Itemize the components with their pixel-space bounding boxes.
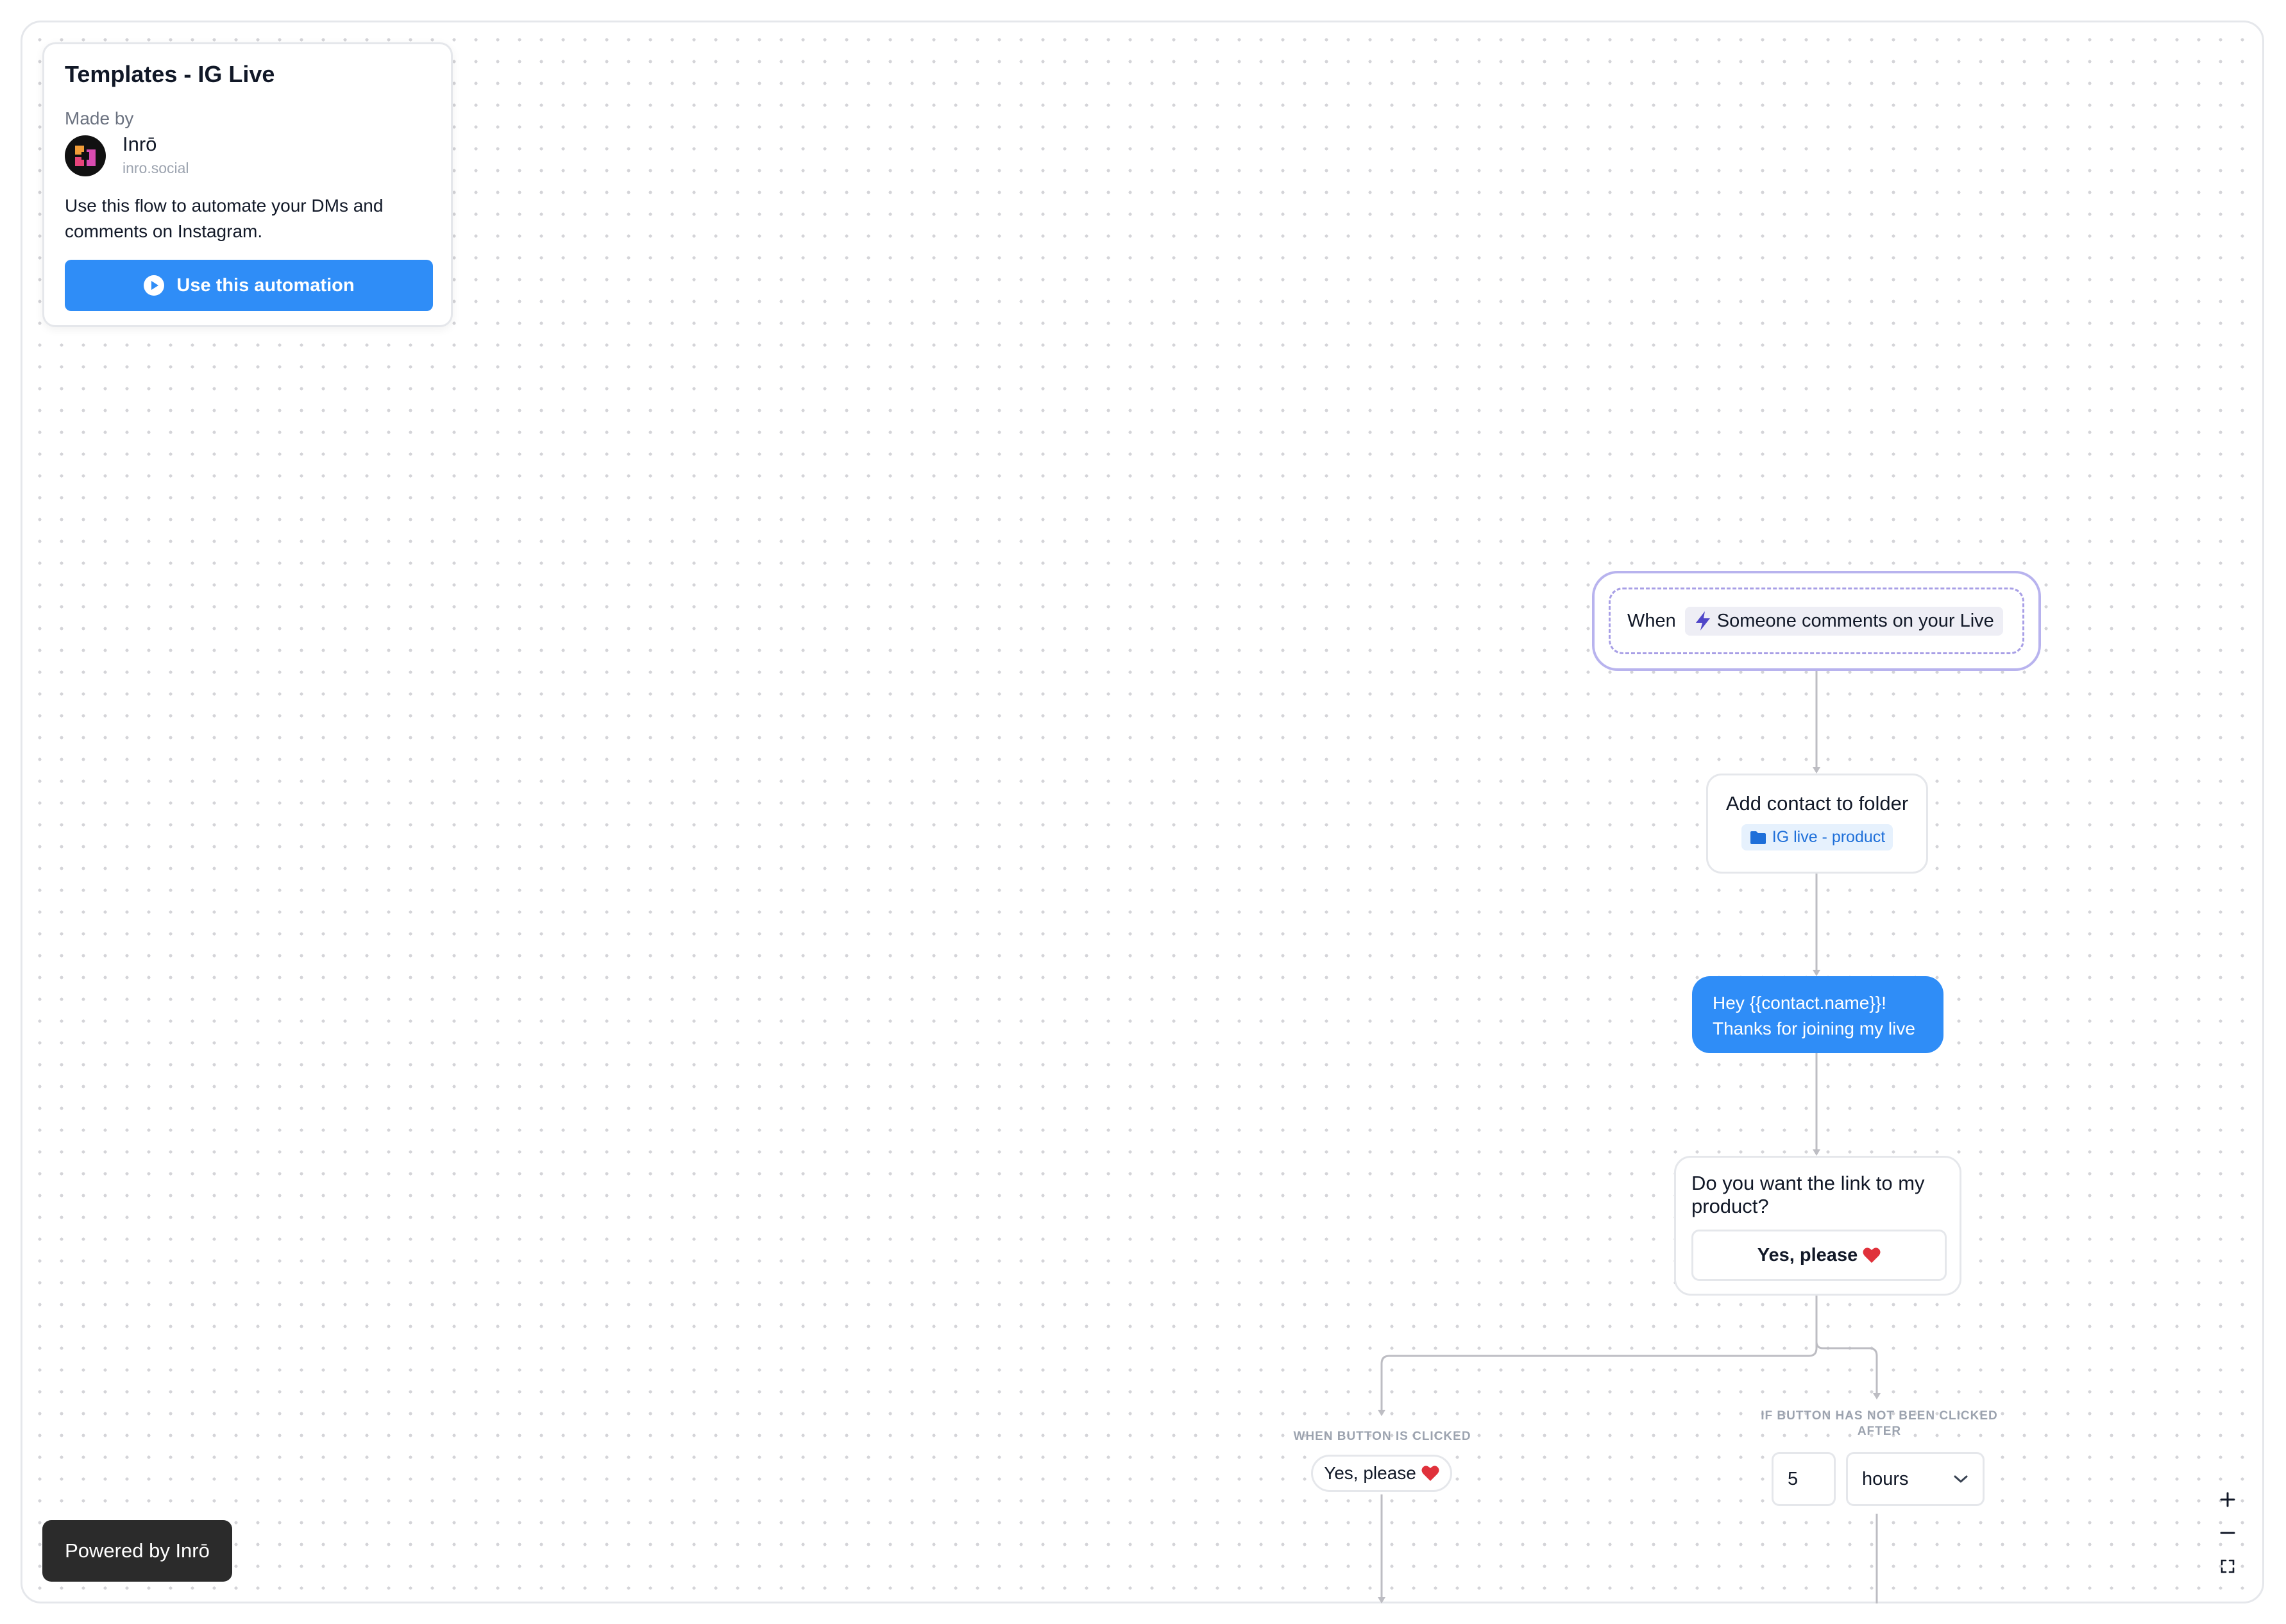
lightning-bolt-icon bbox=[1695, 611, 1710, 630]
template-title: Templates - IG Live bbox=[65, 61, 275, 87]
folder-label: IG live - product bbox=[1772, 828, 1886, 846]
heart-icon bbox=[1421, 1466, 1439, 1481]
folder-icon bbox=[1750, 831, 1766, 844]
add-contact-node[interactable]: Add contact to folder IG live - product bbox=[1706, 774, 1928, 874]
fit-view-icon bbox=[2221, 1559, 2235, 1573]
plus-icon bbox=[2220, 1492, 2235, 1507]
trigger-event-pill[interactable]: Someone comments on your Live bbox=[1684, 606, 2003, 636]
question-node[interactable]: Do you want the link to my product? Yes,… bbox=[1674, 1156, 1961, 1296]
add-contact-title: Add contact to folder bbox=[1725, 792, 1909, 815]
inro-logo-icon bbox=[75, 146, 96, 166]
message-line-1: Hey {{contact.name}}! bbox=[1713, 993, 1886, 1013]
heart-icon bbox=[1863, 1248, 1881, 1263]
chevron-down-icon bbox=[1954, 1475, 1968, 1483]
yes-please-label: Yes, please bbox=[1757, 1244, 1858, 1265]
template-card: Templates - IG Live Made by Inrō inro.so… bbox=[42, 42, 453, 327]
template-description: Use this flow to automate your DMs and c… bbox=[65, 196, 384, 241]
delay-unit-value: hours bbox=[1862, 1468, 1909, 1489]
question-text: Do you want the link to my product? bbox=[1691, 1172, 1925, 1217]
when-label: When bbox=[1627, 610, 1676, 631]
branch-clicked-label: When button is clicked bbox=[1293, 1430, 1471, 1443]
powered-by-badge[interactable]: Powered by Inrō bbox=[42, 1520, 232, 1582]
branch-not-clicked-label: If button has not been clicked after bbox=[1745, 1408, 2014, 1439]
fit-view-button[interactable] bbox=[2212, 1550, 2244, 1583]
branch-not-clicked-line-1: If button has not been clicked bbox=[1761, 1409, 1998, 1423]
yes-please-button[interactable]: Yes, please bbox=[1691, 1230, 1947, 1281]
minus-icon bbox=[2220, 1532, 2235, 1534]
trigger-event-label: Someone comments on your Live bbox=[1716, 610, 1994, 631]
use-automation-button[interactable]: Use this automation bbox=[65, 260, 433, 311]
play-circle-icon bbox=[144, 275, 165, 296]
author-name: Inrō bbox=[123, 133, 157, 155]
branch-not-clicked-line-2: after bbox=[1857, 1425, 1902, 1438]
clicked-chip-label: Yes, please bbox=[1324, 1463, 1416, 1483]
folder-tag: IG live - product bbox=[1741, 824, 1893, 850]
clicked-button-chip[interactable]: Yes, please bbox=[1311, 1455, 1452, 1492]
made-by-label: Made by bbox=[65, 108, 134, 128]
trigger-node[interactable]: When Someone comments on your Live bbox=[1592, 571, 2041, 671]
zoom-controls bbox=[2212, 1483, 2244, 1583]
delay-unit-select[interactable]: hours bbox=[1846, 1452, 1985, 1506]
author-avatar bbox=[65, 135, 106, 176]
delay-value-input[interactable] bbox=[1772, 1452, 1836, 1506]
trigger-inner: When Someone comments on your Live bbox=[1609, 588, 2024, 654]
use-automation-label: Use this automation bbox=[176, 275, 355, 296]
message-line-2: Thanks for joining my live bbox=[1713, 1019, 1915, 1038]
message-node[interactable]: Hey {{contact.name}}! Thanks for joining… bbox=[1692, 976, 1943, 1053]
author-site: inro.social bbox=[123, 160, 189, 176]
zoom-in-button[interactable] bbox=[2212, 1483, 2244, 1516]
zoom-out-button[interactable] bbox=[2212, 1516, 2244, 1550]
